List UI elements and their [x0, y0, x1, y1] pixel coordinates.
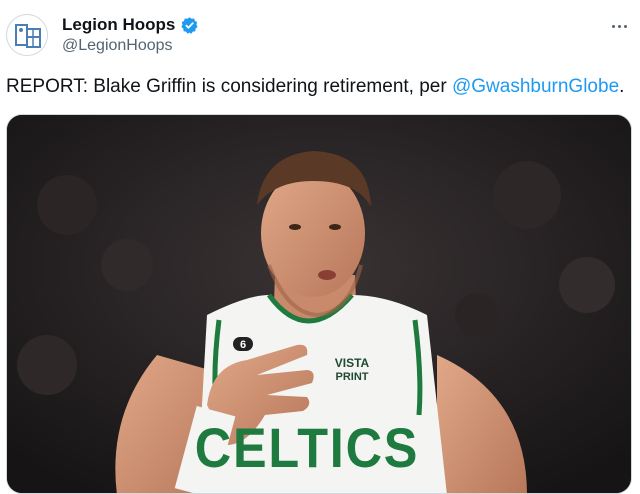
player-photo: 6 VISTA PRINT CELTICS: [7, 115, 631, 493]
jersey-team-name: CELTICS: [195, 418, 419, 480]
jersey-sponsor: VISTA: [335, 356, 370, 370]
display-name[interactable]: Legion Hoops: [62, 15, 175, 35]
legion-hoops-logo-icon: [8, 16, 47, 55]
jersey-patch-number: 6: [240, 339, 246, 351]
tweet-text: REPORT: Blake Griffin is considering ret…: [6, 74, 634, 100]
jersey-sponsor-line2: PRINT: [336, 371, 369, 383]
tweet-header: Legion Hoops @LegionHoops: [0, 0, 640, 70]
tweet-photo[interactable]: 6 VISTA PRINT CELTICS: [6, 114, 632, 494]
dot: [617, 24, 621, 28]
dot: [623, 24, 627, 28]
mention-link[interactable]: @GwashburnGlobe: [452, 76, 619, 97]
avatar[interactable]: [6, 14, 48, 56]
handle[interactable]: @LegionHoops: [62, 37, 173, 55]
dot: [611, 24, 615, 28]
tweet-text-end: .: [619, 76, 625, 97]
more-options-icon[interactable]: [604, 16, 634, 36]
verified-badge-icon: [181, 16, 198, 34]
name-row: Legion Hoops: [62, 14, 199, 36]
tweet-text-body: REPORT: Blake Griffin is considering ret…: [6, 76, 452, 97]
